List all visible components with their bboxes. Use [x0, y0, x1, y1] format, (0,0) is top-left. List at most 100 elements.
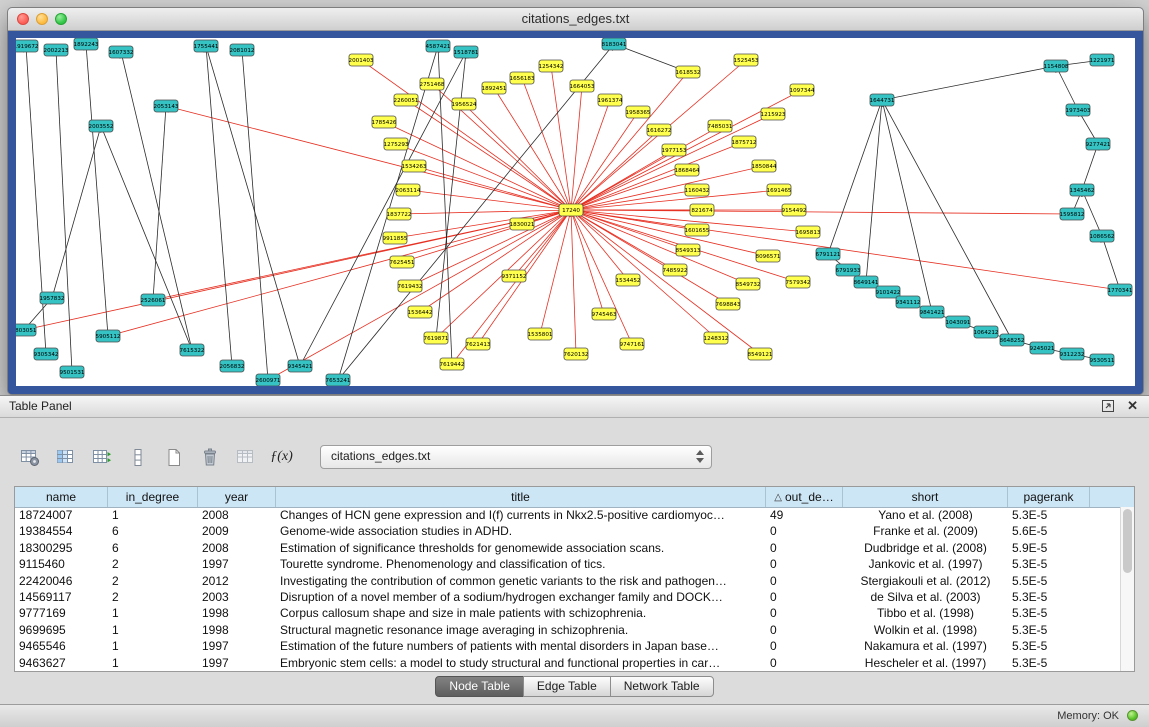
table-cell[interactable]: 9463627 — [15, 655, 108, 671]
graph-node[interactable]: 1961374 — [598, 94, 623, 106]
graph-node[interactable]: 9747161 — [620, 338, 645, 350]
table-cell[interactable]: 5.9E-5 — [1008, 540, 1090, 556]
table-cell[interactable]: Disruption of a novel member of a sodium… — [276, 589, 766, 605]
table-cell[interactable]: Wolkin et al. (1998) — [843, 622, 1008, 638]
graph-node[interactable]: 821674 — [690, 204, 714, 216]
minimize-button[interactable] — [36, 13, 48, 25]
table-cell[interactable]: 2008 — [198, 507, 276, 523]
citation-edge[interactable] — [571, 142, 744, 210]
graph-node[interactable]: 1770341 — [1108, 284, 1133, 296]
citation-edge[interactable] — [1082, 190, 1102, 236]
table-row[interactable]: 969969511998Structural magnetic resonanc… — [15, 622, 1120, 638]
tab-network-table[interactable]: Network Table — [610, 676, 714, 697]
graph-node[interactable]: 7619871 — [424, 332, 449, 344]
citation-edge[interactable] — [410, 210, 571, 286]
graph-node[interactable]: 6791933 — [836, 264, 861, 276]
table-cell[interactable]: 18300295 — [15, 540, 108, 556]
graph-node[interactable]: 9345421 — [288, 360, 313, 372]
graph-node[interactable]: 7615322 — [180, 344, 205, 356]
graph-node[interactable]: 1868464 — [675, 164, 700, 176]
graph-node[interactable]: 9371152 — [502, 270, 527, 282]
graph-node[interactable]: 2053143 — [154, 100, 179, 112]
graph-node[interactable]: 1850844 — [752, 160, 777, 172]
graph-node[interactable]: 9530511 — [1090, 354, 1115, 366]
table-cell[interactable]: 14569117 — [15, 589, 108, 605]
graph-node[interactable]: 8096571 — [756, 250, 781, 262]
table-cell[interactable]: 2012 — [198, 573, 276, 589]
citation-edge[interactable] — [571, 72, 688, 210]
table-cell[interactable]: 2 — [108, 573, 198, 589]
graph-node[interactable]: 8549732 — [736, 278, 761, 290]
citation-edge[interactable] — [571, 210, 628, 280]
citation-edge[interactable] — [396, 144, 571, 210]
tab-node-table[interactable]: Node Table — [435, 676, 524, 697]
graph-node[interactable]: 1830021 — [510, 218, 535, 230]
graph-node[interactable]: 1618532 — [676, 66, 701, 78]
table-cell[interactable]: 1997 — [198, 556, 276, 572]
table-cell[interactable]: 2 — [108, 589, 198, 605]
table-cell[interactable]: 6 — [108, 540, 198, 556]
graph-node[interactable]: 2002213 — [44, 44, 69, 56]
graph-node[interactable]: 1595812 — [1060, 208, 1085, 220]
citation-edge[interactable] — [399, 210, 571, 214]
graph-node[interactable]: 1644731 — [870, 94, 895, 106]
table-cell[interactable]: 0 — [766, 605, 843, 621]
graph-node[interactable]: 1154808 — [1044, 60, 1069, 72]
table-cell[interactable]: Franke et al. (2009) — [843, 523, 1008, 539]
graph-node[interactable]: 1664053 — [570, 80, 595, 92]
graph-node[interactable]: 2001403 — [349, 54, 374, 66]
citation-edge[interactable] — [1102, 236, 1120, 290]
table-cell[interactable]: 22420046 — [15, 573, 108, 589]
citation-edge[interactable] — [1082, 144, 1098, 190]
table-cell[interactable]: 0 — [766, 523, 843, 539]
table-row[interactable]: 1872400712008Changes of HCN gene express… — [15, 507, 1120, 523]
table-cell[interactable]: 1 — [108, 507, 198, 523]
table-select[interactable]: citations_edges.txt — [320, 445, 712, 469]
graph-node[interactable]: 1607332 — [109, 46, 134, 58]
table-cell[interactable]: 0 — [766, 573, 843, 589]
graph-node[interactable]: 1601655 — [685, 224, 710, 236]
graph-node[interactable]: 9745463 — [592, 308, 617, 320]
citation-edge[interactable] — [56, 50, 72, 372]
table-cell[interactable]: 2009 — [198, 523, 276, 539]
column-header-title[interactable]: title — [276, 487, 766, 507]
table-settings-icon[interactable] — [16, 444, 43, 470]
graph-node[interactable]: 1086562 — [1090, 230, 1115, 242]
citation-network-graph[interactable]: 1724022600511785426127529315342632063114… — [16, 38, 1135, 386]
table-cell[interactable]: 0 — [766, 655, 843, 671]
table-cell[interactable]: Hescheler et al. (1997) — [843, 655, 1008, 671]
graph-node[interactable]: 1691465 — [767, 184, 792, 196]
table-cell[interactable]: 5.3E-5 — [1008, 622, 1090, 638]
graph-node[interactable]: 1803051 — [16, 324, 37, 336]
delete-table-icon[interactable] — [196, 444, 223, 470]
table-cell[interactable]: 5.3E-5 — [1008, 507, 1090, 523]
table-cell[interactable]: 1 — [108, 622, 198, 638]
column-header-year[interactable]: year — [198, 487, 276, 507]
graph-node[interactable]: 1695813 — [796, 226, 821, 238]
graph-node[interactable]: 9277421 — [1086, 138, 1111, 150]
table-cell[interactable]: Stergiakouli et al. (2012) — [843, 573, 1008, 589]
citation-edge[interactable] — [86, 44, 108, 336]
graph-node[interactable]: 1956524 — [452, 98, 477, 110]
table-cell[interactable]: 1997 — [198, 655, 276, 671]
scrollbar-thumb[interactable] — [1123, 509, 1132, 573]
memory-status-led[interactable] — [1127, 710, 1138, 721]
graph-node[interactable]: 8549121 — [748, 348, 773, 360]
citation-edge[interactable] — [300, 52, 466, 366]
table-cell[interactable]: 5.5E-5 — [1008, 573, 1090, 589]
graph-node[interactable]: 9245021 — [1030, 342, 1055, 354]
table-cell[interactable]: Jankovic et al. (1997) — [843, 556, 1008, 572]
table-cell[interactable]: Nakamura et al. (1997) — [843, 638, 1008, 654]
graph-node[interactable]: 1254342 — [539, 60, 564, 72]
graph-node[interactable]: 1958365 — [626, 106, 651, 118]
float-panel-icon[interactable] — [1101, 399, 1115, 413]
network-canvas[interactable]: 1724022600511785426127529315342632063114… — [16, 38, 1135, 386]
graph-node[interactable]: 1345462 — [1070, 184, 1095, 196]
citation-edge[interactable] — [420, 210, 571, 312]
citation-edge[interactable] — [882, 66, 1056, 100]
table-cell[interactable]: 5.3E-5 — [1008, 605, 1090, 621]
graph-node[interactable]: 1043091 — [946, 316, 971, 328]
citation-edge[interactable] — [540, 210, 571, 334]
graph-node[interactable]: 7485922 — [663, 264, 688, 276]
graph-node[interactable]: 1275293 — [384, 138, 409, 150]
